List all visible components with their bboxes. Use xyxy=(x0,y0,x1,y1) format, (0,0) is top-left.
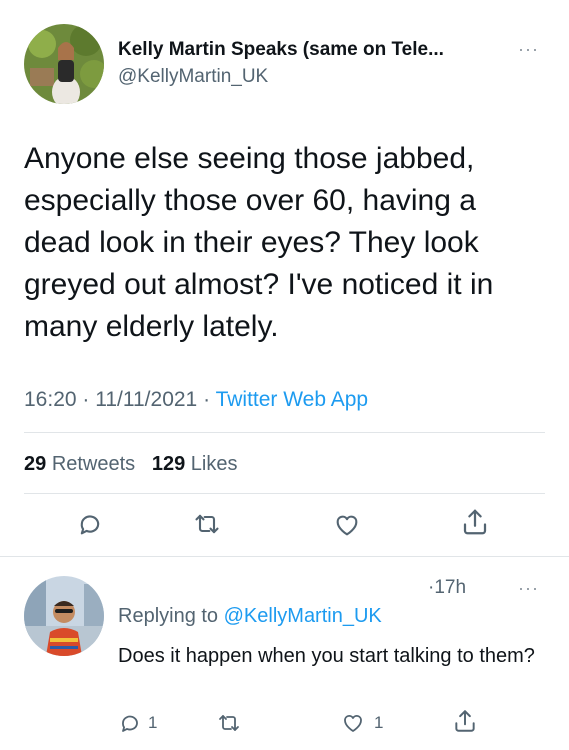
tweet-source-link[interactable]: Twitter Web App xyxy=(216,388,369,411)
retweets-stat[interactable]: 29 Retweets xyxy=(24,453,135,475)
reply-icon[interactable] xyxy=(76,510,104,538)
likes-count: 129 xyxy=(151,453,186,475)
retweet-icon[interactable] xyxy=(216,711,242,735)
likes-stat[interactable]: 129 Likes xyxy=(152,453,238,475)
like-count: 1 xyxy=(374,713,384,732)
retweets-count: 29 xyxy=(24,453,47,475)
reply-age[interactable]: ·17h xyxy=(428,577,466,599)
section-divider xyxy=(0,556,569,557)
share-icon[interactable] xyxy=(452,708,478,734)
more-icon[interactable]: ··· xyxy=(518,40,539,58)
age-value: 17h xyxy=(434,577,467,598)
author-handle[interactable]: @KellyMartin_UK xyxy=(118,66,268,88)
replying-to-handle[interactable]: @KellyMartin_UK xyxy=(224,605,382,627)
like-icon[interactable] xyxy=(340,711,366,735)
divider xyxy=(24,432,545,433)
more-icon[interactable]: ··· xyxy=(518,579,539,597)
reply-author-avatar[interactable] xyxy=(24,576,104,656)
reply-text: Does it happen when you start talking to… xyxy=(118,645,535,667)
replying-to-label: Replying to xyxy=(118,605,219,627)
tweet-stats: 29 Retweets 129 Likes xyxy=(24,453,238,476)
tweet-meta: 16:20 · 11/11/2021 · Twitter Web App xyxy=(24,388,368,412)
divider xyxy=(24,493,545,494)
tweet-text: Anyone else seeing those jabbed, especia… xyxy=(24,142,494,343)
reply-icon[interactable] xyxy=(118,711,142,735)
tweet-date: 11/11/2021 xyxy=(95,388,198,411)
like-icon[interactable] xyxy=(332,511,362,539)
retweet-icon[interactable] xyxy=(192,510,222,538)
likes-label: Likes xyxy=(190,453,238,475)
author-avatar[interactable] xyxy=(24,24,104,104)
tweet-time: 16:20 xyxy=(24,388,77,411)
meta-separator: · xyxy=(82,388,90,411)
meta-separator: · xyxy=(203,388,211,411)
share-icon[interactable] xyxy=(460,507,490,537)
retweets-label: Retweets xyxy=(51,453,136,475)
replying-to: Replying to @KellyMartin_UK xyxy=(118,605,382,628)
author-name[interactable]: Kelly Martin Speaks (same on Tele... xyxy=(118,39,444,61)
reply-count: 1 xyxy=(148,713,158,732)
